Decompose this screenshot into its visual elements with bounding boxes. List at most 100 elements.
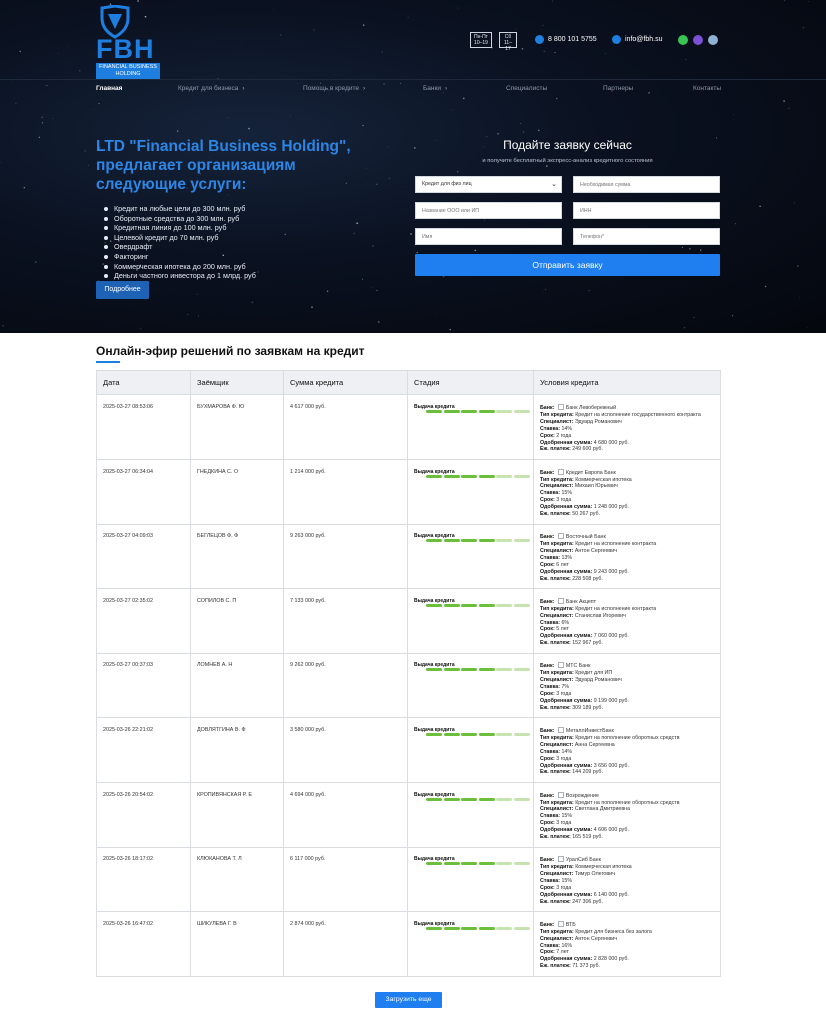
condition-value: Кредит для бизнеса без залога (575, 928, 652, 935)
viber-icon[interactable] (693, 35, 703, 45)
nav-credit-help[interactable]: Помощь в кредите › (303, 85, 365, 92)
phone-link[interactable]: 8 800 101 5755 (535, 35, 597, 44)
more-button[interactable]: Подробнее (96, 281, 149, 299)
condition-label: Специалист: (540, 741, 574, 748)
cell-conditions: Банк: Восточный Банк Тип кредита: Кредит … (534, 524, 720, 588)
star (284, 209, 286, 211)
stage-progress (426, 733, 530, 736)
amount-value: 3 580 000 руб. (290, 727, 326, 733)
condition-value: 9 199 000 руб. (593, 697, 629, 704)
amount-input[interactable] (573, 176, 720, 193)
condition-value: 7 лет (556, 949, 569, 956)
nav-contacts[interactable]: Контакты (693, 85, 721, 92)
email-link[interactable]: info@fbh.su (612, 35, 662, 44)
borrower-value: ЛОМНЕВ А. Н (197, 662, 233, 669)
star (284, 233, 286, 235)
phone-input[interactable] (573, 228, 720, 245)
condition-value: 228 508 руб. (572, 575, 603, 582)
condition-label: Срок: (540, 497, 555, 504)
condition-specialist: Специалист: Анна Сергеевна (540, 742, 720, 749)
cell-borrower: БУХМАРОВА Ф. Ю (191, 395, 284, 459)
progress-segment (461, 603, 477, 607)
star (63, 293, 64, 294)
whatsapp-icon[interactable] (678, 35, 688, 45)
column-date: Дата (97, 371, 191, 395)
cell-amount: 9 262 000 руб. (284, 653, 408, 718)
condition-label: Ставка: (540, 554, 560, 561)
condition-value: 3 года (556, 884, 572, 891)
star (388, 177, 391, 179)
condition-specialist: Специалист: Тимур Олегович (540, 871, 720, 878)
condition-rate: Ставка: 15% (540, 878, 720, 885)
star (248, 127, 250, 130)
progress-segment (426, 474, 442, 478)
inn-input[interactable] (573, 202, 720, 219)
star (372, 245, 374, 247)
borrower-value: БЕГЛЕЦОВ Ф. Ф (197, 533, 239, 540)
nav-banks[interactable]: Банки › (423, 85, 447, 92)
condition-value: 15% (561, 877, 573, 884)
progress-segment (513, 603, 530, 607)
cell-amount: 6 117 000 руб. (284, 847, 408, 912)
star (799, 297, 801, 298)
progress-segment (478, 603, 495, 607)
condition-value: 1 248 000 руб. (593, 504, 629, 511)
stage-progress (426, 862, 530, 866)
cell-date: 2025-03-27 04:09:03 (97, 524, 191, 589)
star (555, 97, 558, 100)
condition-label: Одобренная сумма: (540, 697, 593, 704)
stage-progress (426, 926, 530, 930)
star (483, 219, 485, 221)
borrower-value: ГНЕДКИНА С. О (197, 468, 239, 475)
star (377, 321, 380, 323)
logo[interactable]: FBH FINANCIAL BUSINESS HOLDING (96, 5, 160, 79)
name-input[interactable] (415, 228, 562, 245)
condition-label: Банк: (540, 534, 555, 541)
condition-label: Специалист: (540, 418, 574, 425)
cell-stage: Выдача кредита (408, 782, 534, 847)
condition-value: 9 243 000 руб. (593, 568, 629, 575)
load-more-button[interactable]: Загрузить еще (375, 992, 442, 1008)
condition-value: МТС Банк (565, 663, 591, 670)
cell-date: 2025-03-27 08:53:06 (97, 395, 191, 459)
cell-date: 2025-03-26 22:21:02 (97, 718, 191, 782)
progress-segment (496, 862, 512, 866)
bank-logo-icon (557, 920, 564, 927)
star (92, 109, 94, 110)
borrower-value: БУХМАРОВА Ф. Ю (197, 404, 245, 410)
credit-type-select[interactable]: Кредит для физ лиц ⌄ (415, 176, 562, 193)
telegram-icon[interactable] (708, 35, 718, 45)
condition-label: Банк: (540, 598, 555, 605)
company-input[interactable] (415, 202, 562, 219)
condition-label: Еж. платеж: (540, 769, 571, 776)
date-value: 2025-03-27 04:09:03 (103, 533, 154, 540)
condition-label: Тип кредита: (540, 476, 574, 483)
condition-label: Специалист: (540, 483, 574, 490)
condition-bank: Банк: Банк Левобережный (540, 404, 720, 412)
progress-segment (478, 926, 495, 930)
nav-business-credit[interactable]: Кредит для бизнеса › (178, 85, 245, 92)
progress-segment (461, 926, 477, 930)
condition-value: 144 209 руб. (572, 769, 603, 776)
chevron-down-icon: ⌄ (551, 181, 557, 188)
condition-label: Тип кредита: (540, 799, 574, 806)
feed-title: Онлайн-эфир решений по заявкам на кредит (96, 344, 365, 358)
nav-partners[interactable]: Партнеры (603, 85, 633, 92)
submit-application-button[interactable]: Отправить заявку (415, 254, 720, 276)
nav-specialists[interactable]: Специалисты (506, 85, 547, 92)
stage-progress (426, 668, 530, 672)
bank-logo-icon (557, 791, 564, 798)
condition-value: ВТБ (565, 921, 576, 928)
condition-rate: Ставка: 13% (540, 555, 720, 562)
date-value: 2025-03-27 02:35:02 (103, 597, 154, 604)
amount-value: 9 263 000 руб. (290, 533, 326, 540)
nav-home[interactable]: Главная (96, 85, 122, 92)
condition-label: Ставка: (540, 748, 560, 755)
condition-value: Кредит на исполнение контракта (575, 541, 657, 548)
condition-approved: Одобренная сумма: 6 140 000 руб. (540, 892, 720, 899)
progress-segment (513, 474, 530, 478)
condition-label: Банк: (540, 792, 555, 799)
condition-label: Срок: (540, 820, 555, 827)
star (251, 301, 253, 303)
condition-payment: Еж. платеж: 247 306 руб. (540, 899, 720, 906)
